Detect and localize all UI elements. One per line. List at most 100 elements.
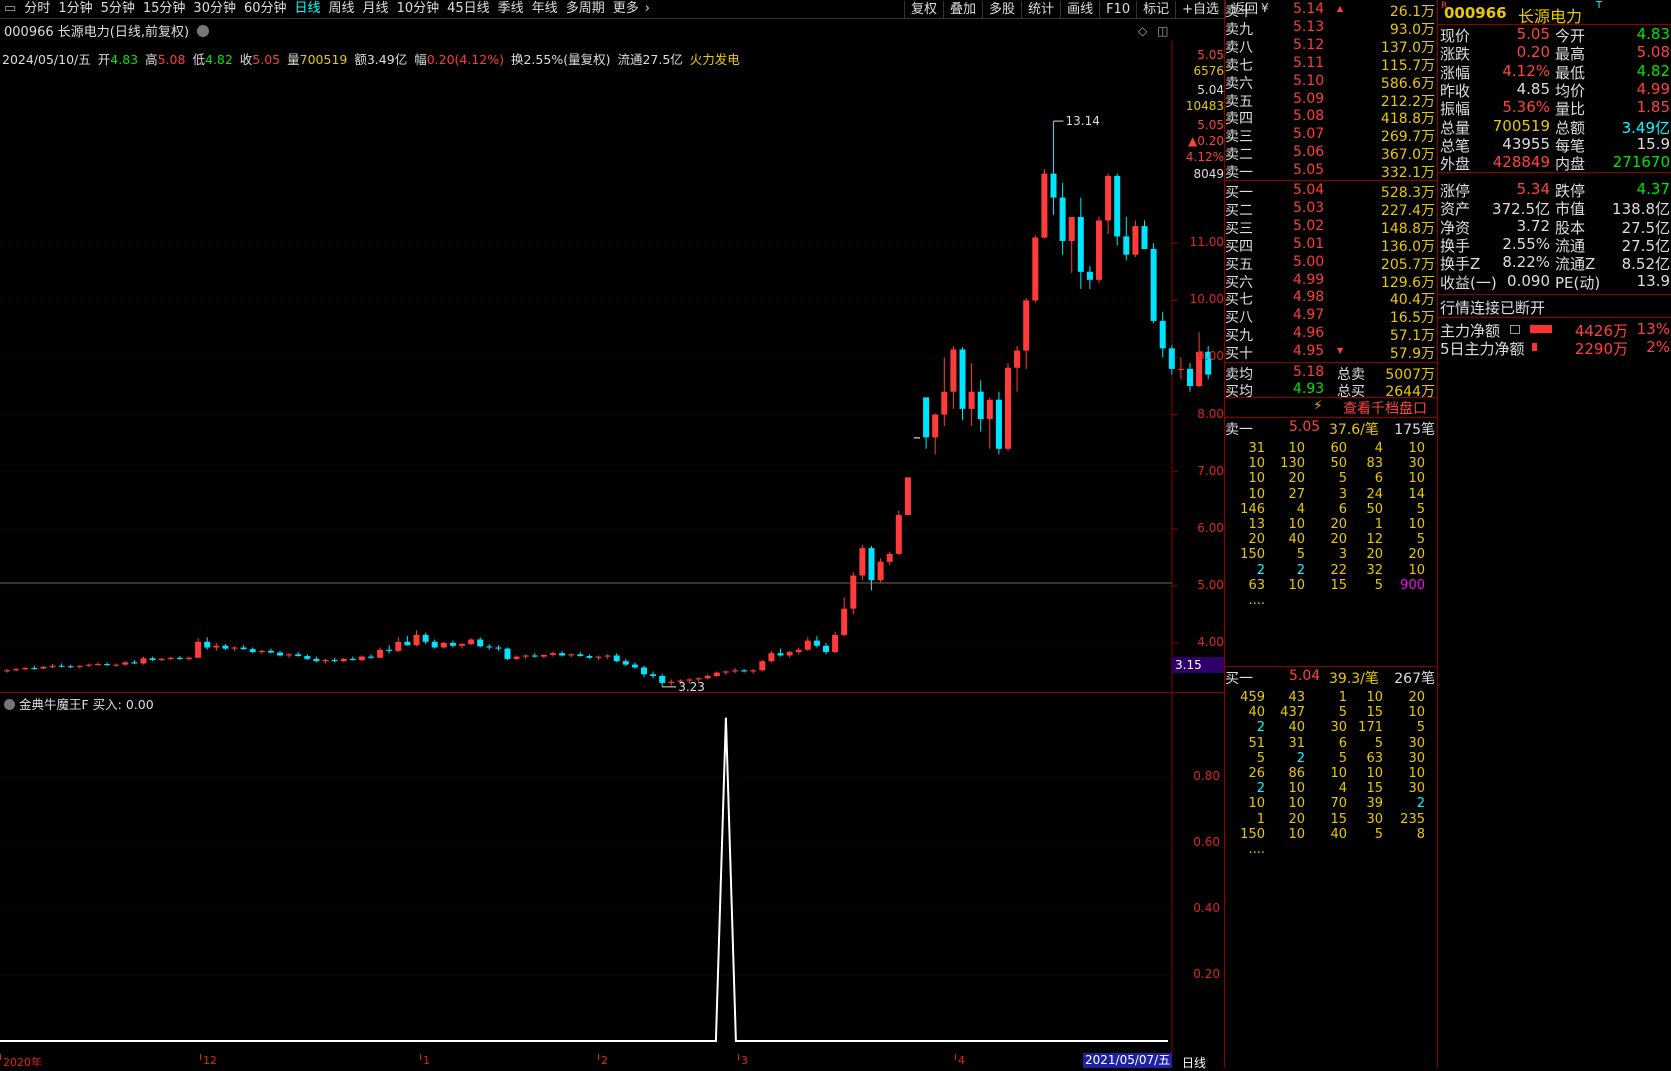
depth-link[interactable]: 查看千档盘口 <box>1343 398 1427 418</box>
period-tab[interactable]: 5分钟 <box>97 0 139 18</box>
period-tab[interactable]: 日线 <box>291 0 325 18</box>
stat-value: 4.85 <box>1516 79 1550 98</box>
candle <box>659 673 666 687</box>
buy-level[interactable]: 买四 5.01 136.0万 <box>1225 236 1437 255</box>
queue-row: 10 20 5 6 10 <box>1225 471 1437 486</box>
sell-level[interactable]: 卖六 5.10 586.6万 <box>1225 73 1437 92</box>
candle <box>568 653 575 658</box>
candle <box>904 477 911 516</box>
buy-level[interactable]: 买七 4.98 40.4万 <box>1225 289 1437 308</box>
candle <box>513 655 520 661</box>
buy-level[interactable]: 买一 5.04 528.3万 <box>1225 182 1437 201</box>
sell-level[interactable]: 卖二 5.06 367.0万 <box>1225 144 1437 163</box>
period-tab[interactable]: 年线 <box>528 0 562 18</box>
candle <box>859 544 866 581</box>
period-tab[interactable]: 60分钟 <box>240 0 291 18</box>
toolbar-button[interactable]: 统计 <box>1021 0 1060 19</box>
chevron-right-icon[interactable]: › <box>643 0 652 18</box>
queue-row: 20 40 20 12 5 <box>1225 532 1437 547</box>
period-tab[interactable]: 10分钟 <box>393 0 444 18</box>
sell-level[interactable]: 卖十 ¥5.14 ▲ 26.1万 <box>1225 1 1437 20</box>
queue-row: 1 20 15 30 235 <box>1225 812 1437 827</box>
candle <box>386 645 393 654</box>
queue-cell: 51 <box>1248 735 1265 751</box>
stat-row: 资产 372.5亿 市值 138.8亿 <box>1438 198 1671 218</box>
queue-cell: 5 <box>1374 826 1383 842</box>
queue-header: 买一 5.04 39.3/笔 267笔 <box>1225 668 1437 687</box>
period-tag[interactable]: 日线 <box>1182 1054 1206 1071</box>
sell-level[interactable]: 卖三 5.07 269.7万 <box>1225 126 1437 145</box>
toolbar-button[interactable]: +自选 <box>1175 0 1225 19</box>
buy-level[interactable]: 买二 5.03 227.4万 <box>1225 199 1437 219</box>
candle <box>204 637 211 650</box>
queue-cell: 150 <box>1240 547 1265 563</box>
toolbar-button[interactable]: 复权 <box>904 0 943 19</box>
flow-detail-icon[interactable] <box>1510 325 1520 334</box>
queue-cell: 30 <box>1366 811 1383 827</box>
queue-cell: 6 <box>1374 471 1383 487</box>
candlestick-chart[interactable]: 13.14 3.23 <box>0 40 1224 692</box>
capital-flow-row[interactable]: 主力净额 4426万 13% <box>1438 320 1671 340</box>
queue-cell: 31 <box>1248 441 1265 456</box>
candle <box>795 647 802 655</box>
toolbar-button[interactable]: 画线 <box>1060 0 1099 19</box>
sell-level[interactable]: 卖八 5.12 137.0万 <box>1225 37 1437 56</box>
restore-window-icon[interactable]: ◫ <box>1157 24 1168 38</box>
buy-level[interactable]: 买三 5.02 148.8万 <box>1225 218 1437 237</box>
sell-level[interactable]: 卖一 5.05 332.1万 <box>1225 162 1437 181</box>
toolbar-button[interactable]: 多股 <box>982 0 1021 19</box>
candle <box>886 551 893 566</box>
queue-cell: 15 <box>1366 781 1383 797</box>
candle <box>76 665 83 669</box>
buy-level[interactable]: 买五 5.00 205.7万 <box>1225 254 1437 273</box>
period-tab[interactable]: 30分钟 <box>189 0 240 18</box>
toolbar-button[interactable]: 叠加 <box>943 0 982 19</box>
axis-stat: 5.05 <box>1197 48 1224 62</box>
queue-cell: 20 <box>1330 517 1347 532</box>
candle <box>277 650 283 657</box>
stat-value: 428849 <box>1492 153 1550 172</box>
buy-level[interactable]: 买八 4.97 16.5万 <box>1225 307 1437 326</box>
stat-row: 换手 2.55% 流通 27.5亿 <box>1438 235 1671 255</box>
sell-level[interactable]: 卖四 5.08 418.8万 <box>1225 108 1437 127</box>
buy-level[interactable]: 买六 4.99 129.6万 <box>1225 272 1437 291</box>
period-tab[interactable]: 45日线 <box>443 0 494 18</box>
sell-level[interactable]: 卖九 5.13 93.0万 <box>1225 19 1437 38</box>
settings-circle-icon[interactable] <box>197 25 210 37</box>
period-tab[interactable]: 分时 <box>20 0 54 18</box>
candle <box>313 656 320 663</box>
diamond-icon[interactable]: ◇ <box>1138 24 1147 38</box>
buy-level[interactable]: 买九 4.96 57.1万 <box>1225 325 1437 344</box>
toolbar-button[interactable]: F10 <box>1099 0 1136 19</box>
candle <box>704 674 711 680</box>
indicator-chart[interactable] <box>0 692 1224 1054</box>
period-tab[interactable]: 季线 <box>494 0 528 18</box>
sell-level[interactable]: 卖七 5.11 115.7万 <box>1225 55 1437 74</box>
candle <box>495 645 502 651</box>
menu-icon[interactable]: ▭ <box>0 0 20 18</box>
candle <box>67 664 74 669</box>
level-price: 5.03 <box>1293 199 1325 216</box>
period-tab[interactable]: 15分钟 <box>139 0 190 18</box>
stat-value: 700519 <box>1492 116 1550 135</box>
sell-level[interactable]: 卖五 5.09 212.2万 <box>1225 91 1437 110</box>
period-tab[interactable]: 周线 <box>325 0 359 18</box>
axis-stat: ▲0.20 <box>1188 134 1224 148</box>
toolbar-button[interactable]: 标记 <box>1136 0 1175 19</box>
period-tab[interactable]: 1分钟 <box>54 0 96 18</box>
candle <box>1014 346 1021 392</box>
candle <box>1150 243 1157 324</box>
more-periods-tab[interactable]: 更多 <box>609 0 643 18</box>
level-price: 4.98 <box>1293 289 1325 306</box>
queue-cell: .... <box>1248 593 1265 608</box>
queue-cell: 5 <box>1374 577 1383 593</box>
period-tab[interactable]: 多周期 <box>562 0 609 18</box>
queue-cell: 30 <box>1408 456 1425 472</box>
candle <box>395 637 402 653</box>
queue-cell: 70 <box>1330 796 1347 812</box>
period-tab[interactable]: 月线 <box>359 0 393 18</box>
buy-level[interactable]: 买十 4.95 ▼ 57.9万 <box>1225 343 1437 362</box>
capital-flow-row[interactable]: 5日主力净额 2290万 2% <box>1438 338 1671 358</box>
flow-percent: 13% <box>1636 320 1670 338</box>
queue-cell: 10 <box>1408 441 1425 456</box>
